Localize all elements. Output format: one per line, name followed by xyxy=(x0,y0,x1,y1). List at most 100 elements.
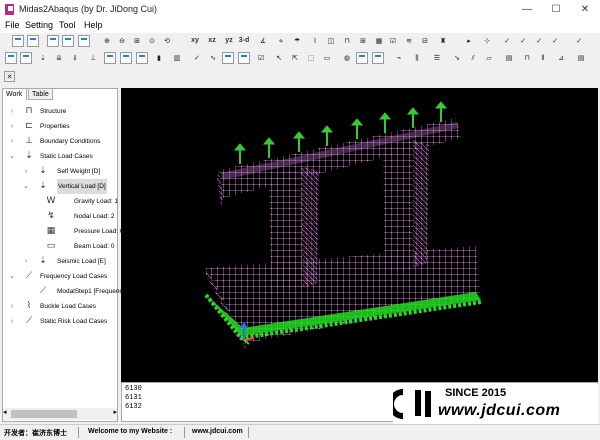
list-icon[interactable]: ▤ xyxy=(574,51,588,65)
minimize-button[interactable]: — xyxy=(512,0,542,19)
status-website-link[interactable]: www.jdcui.com xyxy=(192,428,243,435)
save-button[interactable] xyxy=(78,35,90,47)
export-button[interactable] xyxy=(47,35,59,47)
load-arrow-icon[interactable]: ⇣ xyxy=(36,51,50,65)
collapse-icon[interactable]: ⌄ xyxy=(22,179,30,194)
mesh-icon[interactable]: ⊟ xyxy=(418,34,432,48)
beam-load-icon[interactable]: ⊥ xyxy=(86,51,100,65)
menu-setting[interactable]: Setting xyxy=(25,20,53,30)
report-icon[interactable] xyxy=(222,52,234,64)
result-curve-icon[interactable]: ∿ xyxy=(206,51,220,65)
zoom-out-icon[interactable]: ⊖ xyxy=(115,34,129,48)
table-icon[interactable] xyxy=(238,52,250,64)
joint-icon[interactable]: ⊿ xyxy=(554,51,568,65)
box-select-icon[interactable]: ⬚ xyxy=(304,51,318,65)
model-viewport[interactable] xyxy=(121,88,598,382)
element-icon[interactable]: ◫ xyxy=(324,34,338,48)
cylinder-icon[interactable]: ◍ xyxy=(340,51,354,65)
expand-icon[interactable]: › xyxy=(8,299,16,314)
zoom-fit-icon[interactable]: ⊞ xyxy=(130,34,144,48)
maximize-button[interactable]: ☐ xyxy=(541,0,571,19)
section-a-icon[interactable] xyxy=(104,52,116,64)
result-check-icon[interactable]: ✓ xyxy=(190,51,204,65)
scroll-thumb[interactable] xyxy=(11,410,77,418)
log-icon[interactable] xyxy=(372,52,384,64)
graph-icon[interactable]: ⌇ xyxy=(308,34,322,48)
select-icon[interactable]: ⇱ xyxy=(288,51,302,65)
load-pattern-icon[interactable] xyxy=(20,52,32,64)
tower-icon[interactable]: ♜ xyxy=(436,34,450,48)
wall-icon[interactable]: ▤ xyxy=(502,51,516,65)
distributed-load-icon[interactable]: ⇊ xyxy=(52,51,66,65)
zoom-window-icon[interactable]: ⊙ xyxy=(145,34,159,48)
risk-icon: ⟋ xyxy=(25,316,33,326)
plate-icon[interactable]: ▭ xyxy=(320,51,334,65)
expand-icon[interactable]: › xyxy=(8,104,16,119)
rebar-icon[interactable]: ⫽ xyxy=(466,51,480,65)
expand-icon[interactable]: › xyxy=(8,134,16,149)
output-icon[interactable] xyxy=(356,52,368,64)
section-icon[interactable]: ⊞ xyxy=(356,34,370,48)
close-button[interactable]: ✕ xyxy=(570,0,600,19)
scroll-right-icon[interactable]: ▸ xyxy=(113,408,117,416)
check-xy-icon[interactable]: ✓ xyxy=(500,34,514,48)
tab-work[interactable]: Work xyxy=(2,88,27,100)
menu-file[interactable]: File xyxy=(5,20,20,30)
collapse-icon[interactable]: ⌄ xyxy=(8,269,16,284)
umbrella-icon[interactable]: ☂ xyxy=(290,34,304,48)
stack-icon[interactable]: ☰ xyxy=(430,51,444,65)
column-chart-icon[interactable]: ▥ xyxy=(170,51,184,65)
view-xy-button[interactable]: xy xyxy=(188,34,202,48)
beam-load-icon: ▭ xyxy=(46,241,56,251)
check-force-icon[interactable]: ✓ xyxy=(532,34,546,48)
scroll-left-icon[interactable]: ◂ xyxy=(3,408,7,416)
grid-icon[interactable]: ▦ xyxy=(372,34,386,48)
check-icon[interactable]: ☑ xyxy=(386,34,400,48)
menu-help[interactable]: Help xyxy=(84,20,103,30)
view-yz-button[interactable]: yz xyxy=(222,34,236,48)
columns-icon[interactable]: ⫼ xyxy=(410,51,424,65)
zoom-in-icon[interactable]: ⊕ xyxy=(100,34,114,48)
tree-horizontal-scrollbar[interactable]: ◂ ▸ xyxy=(3,408,117,420)
import-button[interactable] xyxy=(12,35,24,47)
tab-table[interactable]: Table xyxy=(28,88,53,100)
import-data-button[interactable] xyxy=(27,35,39,47)
pressure-icon[interactable]: ⇓ xyxy=(68,51,82,65)
collapse-icon[interactable]: ⌄ xyxy=(8,149,16,164)
export-data-button[interactable] xyxy=(62,35,74,47)
toolbar-row-1: ⊕ ⊖ ⊞ ⊙ ⟲ xy xz yz 3-d ∡ ⋄ ☂ ⌇ ◫ ⊓ ⊞ ▦ ☑… xyxy=(0,34,600,50)
bar-chart-icon[interactable]: ▮ xyxy=(152,51,166,65)
view-3d-button[interactable]: 3-d xyxy=(236,34,252,48)
expand-icon[interactable]: › xyxy=(22,164,30,179)
toolbar-row-3: ✕ xyxy=(0,70,600,86)
check-moment-icon[interactable]: ✓ xyxy=(548,34,562,48)
menu-tool[interactable]: Tool xyxy=(59,20,76,30)
close-panel-icon[interactable]: ✕ xyxy=(4,71,15,82)
node-icon[interactable]: ⋄ xyxy=(274,34,288,48)
console-line: 6131 xyxy=(125,394,142,402)
frame-icon[interactable]: ⊓ xyxy=(340,34,354,48)
arrow-right-icon[interactable]: ➘ xyxy=(450,51,464,65)
expand-icon[interactable]: › xyxy=(8,314,16,329)
console-line: 6130 xyxy=(125,385,142,393)
check-end-icon[interactable]: ✓ xyxy=(572,34,586,48)
expand-icon[interactable]: › xyxy=(8,119,16,134)
pile-icon[interactable]: ⫴ xyxy=(536,51,550,65)
view-xz-button[interactable]: xz xyxy=(205,34,219,48)
spring-icon[interactable]: ≋ xyxy=(402,34,416,48)
spring-support-icon[interactable]: ⌁ xyxy=(392,51,406,65)
section-c-icon[interactable] xyxy=(136,52,148,64)
view-angle-icon[interactable]: ∡ xyxy=(256,34,270,48)
arrow-icon[interactable]: ▸ xyxy=(462,34,476,48)
load-case-icon[interactable] xyxy=(5,52,17,64)
check-sum-icon[interactable]: ✓ xyxy=(516,34,530,48)
checkbox-icon[interactable]: ☑ xyxy=(254,51,268,65)
status-divider xyxy=(78,427,79,438)
expand-icon[interactable]: › xyxy=(22,254,30,269)
slab-icon[interactable]: ▱ xyxy=(482,51,496,65)
rotate-icon[interactable]: ⟲ xyxy=(160,34,174,48)
foundation-icon[interactable]: ⊓ xyxy=(520,51,534,65)
axis-icon[interactable]: ⊹ xyxy=(480,34,494,48)
section-b-icon[interactable] xyxy=(120,52,132,64)
pointer-icon[interactable]: ↖ xyxy=(272,51,286,65)
